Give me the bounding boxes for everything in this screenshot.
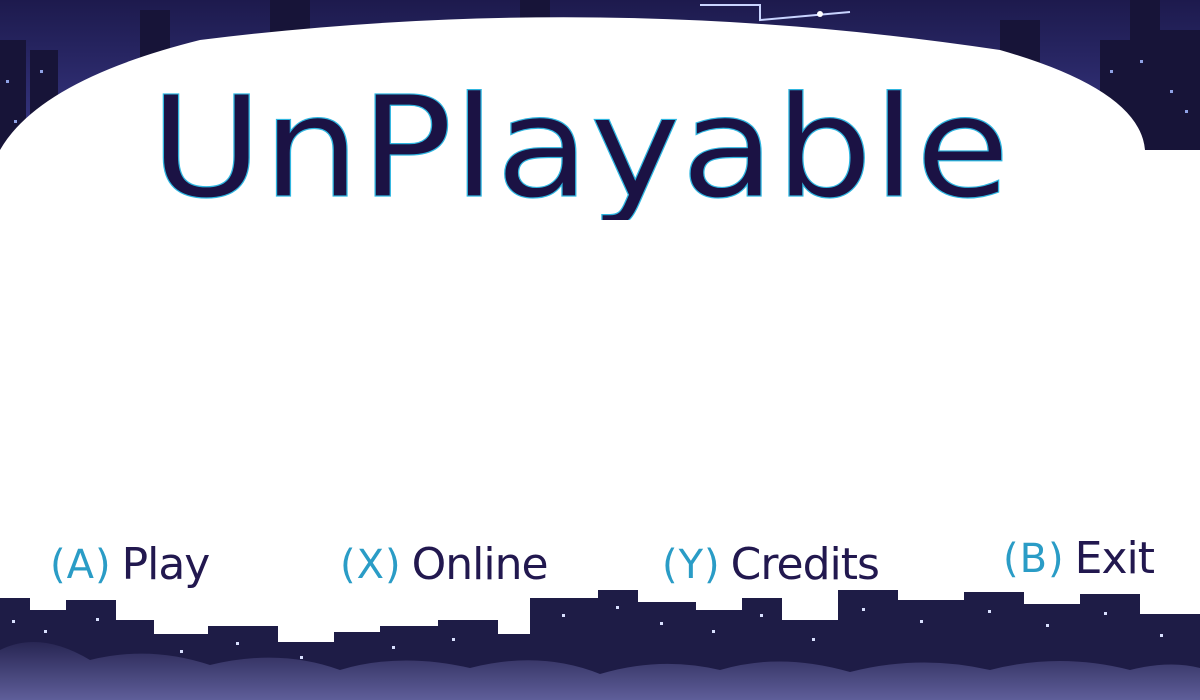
- button-b-key: (B): [1003, 536, 1065, 582]
- menu-option-credits[interactable]: (Y) Credits: [662, 530, 880, 590]
- menu-label-play: Play: [121, 539, 211, 590]
- game-title: UnPlayable: [150, 70, 1010, 220]
- menu-label-exit: Exit: [1074, 533, 1155, 584]
- menu-option-play[interactable]: (A) Play: [50, 530, 211, 590]
- game-title-logo: UnPlayable: [149, 70, 1010, 220]
- button-a-key: (A): [50, 542, 112, 588]
- button-y-key: (Y): [662, 542, 721, 588]
- city-skyline-ground: [0, 590, 1200, 700]
- button-x-key: (X): [340, 542, 402, 588]
- menu-option-online[interactable]: (X) Online: [340, 530, 549, 590]
- menu-option-exit[interactable]: (B) Exit: [1003, 524, 1155, 584]
- menu-label-credits: Credits: [730, 539, 880, 590]
- title-screen: UnPlayable (A) Play (X) Online (Y) Credi…: [0, 0, 1200, 700]
- menu-label-online: Online: [411, 539, 549, 590]
